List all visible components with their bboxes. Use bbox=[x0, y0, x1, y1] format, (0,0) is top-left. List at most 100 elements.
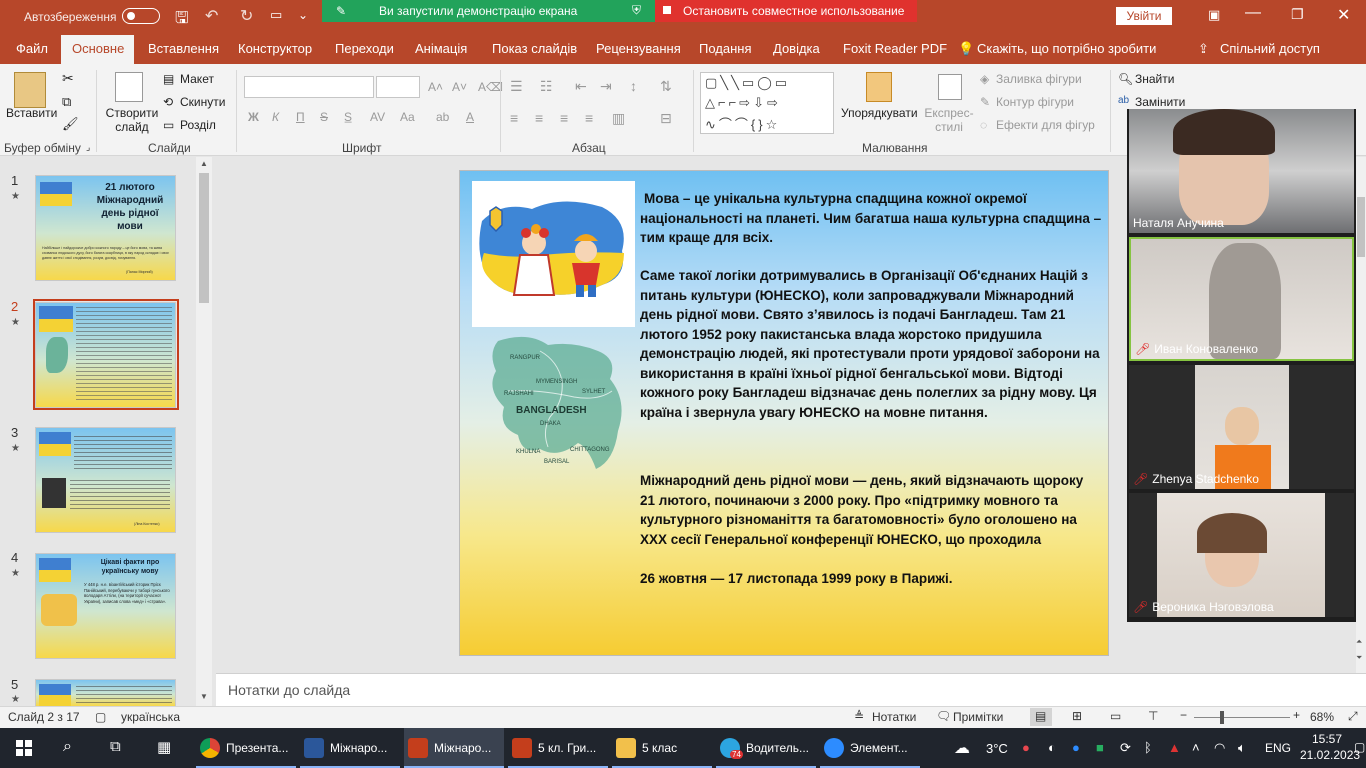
fill-icon[interactable]: ◈ bbox=[980, 72, 989, 86]
slide-paragraph-2[interactable]: Саме такої логіки дотримувались в Органі… bbox=[640, 266, 1102, 422]
taskbar-zoom[interactable]: Элемент... bbox=[820, 728, 920, 768]
pin-icon[interactable]: ✎ bbox=[336, 4, 346, 18]
arrange-button[interactable]: Упорядкувати bbox=[841, 106, 918, 120]
taskbar-chrome[interactable]: Презента... bbox=[196, 728, 296, 768]
quick-styles-button[interactable]: Експрес-стилі bbox=[920, 106, 978, 134]
shadow-icon[interactable]: S̲ bbox=[344, 110, 352, 124]
tell-me-search[interactable]: Скажіть, що потрібно зробити bbox=[977, 41, 1156, 56]
reset-button[interactable]: Скинути bbox=[180, 95, 225, 109]
new-slide-button[interactable]: Створити слайд bbox=[104, 106, 160, 134]
layout-icon[interactable]: ▤ bbox=[163, 72, 174, 86]
format-painter-icon[interactable]: 🖌 bbox=[62, 116, 79, 132]
grow-font-icon[interactable]: A˄ bbox=[428, 80, 443, 94]
tab-view[interactable]: Подання bbox=[699, 41, 752, 56]
scroll-thumb[interactable] bbox=[199, 173, 209, 303]
shape-outline-button[interactable]: Контур фігури bbox=[996, 95, 1074, 109]
tray-app-icon[interactable]: ● bbox=[1022, 740, 1030, 755]
autosave-toggle[interactable] bbox=[122, 8, 160, 24]
bullets-icon[interactable]: ☰ bbox=[510, 78, 523, 95]
input-language[interactable]: ENG bbox=[1265, 741, 1291, 755]
highlight-icon[interactable]: ab bbox=[436, 110, 449, 124]
editor-scrollbar[interactable]: ⏶ ⏷ bbox=[1356, 157, 1366, 673]
quick-styles-icon[interactable] bbox=[938, 74, 962, 100]
replace-icon[interactable]: ab bbox=[1118, 95, 1129, 106]
tray-red-icon[interactable]: ▲ bbox=[1168, 740, 1181, 755]
slide-canvas[interactable]: RANGPUR MYMENSINGH SYLHET RAJSHAHI BANGL… bbox=[459, 170, 1109, 656]
redo-icon[interactable]: ↻ bbox=[240, 6, 253, 26]
weather-temp[interactable]: 3°C bbox=[986, 741, 1008, 756]
ribbon-display-icon[interactable]: ▣ bbox=[1208, 7, 1220, 23]
language-status[interactable]: українська bbox=[121, 710, 180, 724]
participant-tile[interactable]: 🎤︎ Zhenya Stadchenko bbox=[1129, 365, 1354, 489]
comments-toggle[interactable]: Примітки bbox=[953, 710, 1003, 724]
taskbar-word[interactable]: Міжнаро... bbox=[300, 728, 400, 768]
numbering-icon[interactable]: ☷ bbox=[540, 78, 553, 95]
tab-help[interactable]: Довідка bbox=[773, 41, 820, 56]
zoom-level[interactable]: 68% bbox=[1310, 710, 1334, 724]
italic-button[interactable]: К bbox=[272, 110, 279, 124]
present-icon[interactable]: ▭ bbox=[270, 7, 282, 23]
signin-button[interactable]: Увійти bbox=[1116, 7, 1172, 25]
close-icon[interactable]: ✕ bbox=[1337, 5, 1350, 25]
editor-scroll-thumb[interactable] bbox=[1357, 197, 1365, 257]
taskbar-powerpoint[interactable]: 5 кл. Гри... bbox=[508, 728, 608, 768]
taskbar-powerpoint-active[interactable]: Міжнаро... bbox=[404, 728, 504, 768]
calculator-icon[interactable]: ▦ bbox=[157, 738, 171, 756]
undo-icon[interactable]: ↶ bbox=[205, 6, 218, 26]
reset-icon[interactable]: ⟲ bbox=[163, 95, 173, 109]
tab-animations[interactable]: Анімація bbox=[415, 41, 467, 56]
comments-icon[interactable]: 🗨︎ bbox=[936, 709, 951, 723]
tray-zoom-icon[interactable]: ● bbox=[1072, 740, 1080, 755]
tray-network-icon[interactable]: ◐ bbox=[1048, 740, 1056, 755]
slide-thumbnail-5[interactable] bbox=[35, 679, 176, 706]
outdent-icon[interactable]: ⇤ bbox=[575, 78, 587, 95]
search-icon[interactable]: ⌕ bbox=[63, 738, 72, 756]
scroll-down-icon[interactable]: ▼ bbox=[200, 692, 208, 701]
case-icon[interactable]: Aa bbox=[400, 110, 415, 124]
slide-paragraph-1[interactable]: Мова – це унікальна культурна спадщина к… bbox=[640, 189, 1102, 248]
strike-button[interactable]: S bbox=[320, 110, 328, 124]
tab-design[interactable]: Конструктор bbox=[238, 41, 312, 56]
participant-tile[interactable]: 🎤︎ Вероника Нэговэлова bbox=[1129, 493, 1354, 617]
section-button[interactable]: Розділ bbox=[180, 118, 216, 132]
line-spacing-icon[interactable]: ↕ bbox=[630, 78, 637, 94]
scroll-up-icon[interactable]: ▲ bbox=[200, 159, 208, 168]
stop-sharing-button[interactable]: Остановить совместное использование bbox=[655, 0, 917, 22]
dialog-launcher-icon[interactable]: ⌟ bbox=[86, 142, 90, 153]
notes-pane[interactable]: Нотатки до слайда bbox=[216, 673, 1366, 706]
justify-icon[interactable]: ≡ bbox=[585, 110, 593, 126]
weather-icon[interactable]: ☁ bbox=[954, 738, 970, 758]
section-icon[interactable]: ▭ bbox=[163, 118, 174, 132]
tab-review[interactable]: Рецензування bbox=[596, 41, 681, 56]
notifications-icon[interactable]: ▢ bbox=[1354, 740, 1365, 754]
slide-thumbnail-3[interactable]: (Ліна Костенко) bbox=[35, 427, 176, 533]
shape-fill-button[interactable]: Заливка фігури bbox=[996, 72, 1082, 86]
slide-thumbnail-1[interactable]: 21 лютого Міжнародний день рідної мови Н… bbox=[35, 175, 176, 281]
paste-button[interactable]: Вставити bbox=[6, 106, 57, 120]
bold-button[interactable]: Ж bbox=[248, 110, 259, 124]
find-icon[interactable]: 🔍︎ bbox=[1118, 72, 1133, 86]
tab-foxit[interactable]: Foxit Reader PDF bbox=[843, 41, 947, 56]
text-direction-icon[interactable]: ⇅ bbox=[660, 78, 672, 95]
restore-icon[interactable]: ❐ bbox=[1291, 6, 1304, 23]
tab-home[interactable]: Основне bbox=[72, 41, 124, 56]
align-text-icon[interactable]: ⊟ bbox=[660, 110, 672, 127]
underline-button[interactable]: П bbox=[296, 110, 305, 124]
share-button[interactable]: Спільний доступ bbox=[1220, 41, 1320, 56]
reading-view-icon[interactable]: ▭ bbox=[1110, 709, 1121, 723]
slide-thumbnail-2[interactable] bbox=[35, 302, 176, 408]
tab-file[interactable]: Файл bbox=[16, 41, 48, 56]
align-left-icon[interactable]: ≡ bbox=[510, 110, 518, 126]
slide-paragraph-4[interactable]: 26 жовтня — 17 листопада 1999 року в Пар… bbox=[640, 569, 1102, 589]
save-icon[interactable]: 🖫 bbox=[175, 7, 189, 34]
clock-time[interactable]: 15:57 bbox=[1312, 732, 1342, 746]
font-size-select[interactable] bbox=[376, 76, 420, 98]
taskbar-telegram[interactable]: 74 Водитель... bbox=[716, 728, 816, 768]
taskbar-explorer[interactable]: 5 клас bbox=[612, 728, 712, 768]
replace-button[interactable]: Замінити bbox=[1135, 95, 1185, 109]
tab-insert[interactable]: Вставлення bbox=[148, 41, 219, 56]
slideshow-view-icon[interactable]: ⊤ bbox=[1148, 709, 1158, 723]
font-color-icon[interactable]: A bbox=[466, 110, 474, 124]
find-button[interactable]: Знайти bbox=[1135, 72, 1174, 86]
tab-transitions[interactable]: Переходи bbox=[335, 41, 394, 56]
